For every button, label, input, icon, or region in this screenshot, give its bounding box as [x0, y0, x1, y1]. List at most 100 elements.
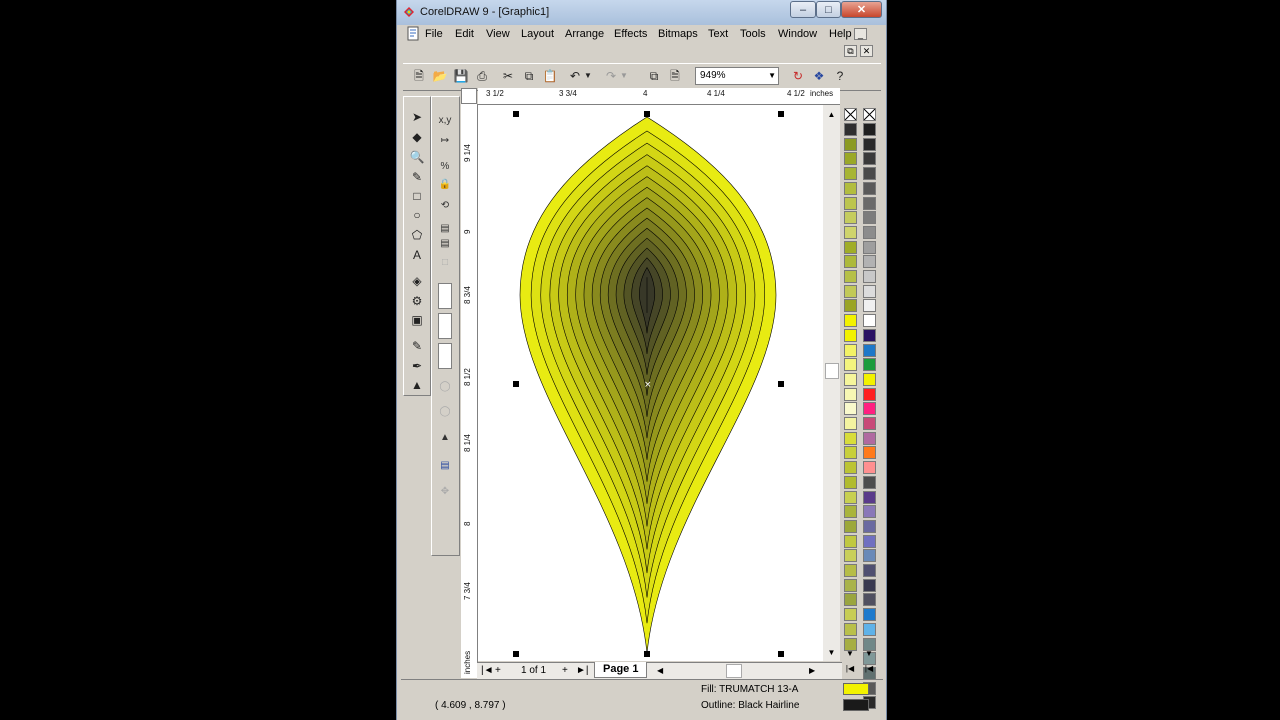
center-marker-icon[interactable]: × [644, 380, 652, 390]
fill-color-icon[interactable]: ▲ [437, 430, 453, 446]
no-color-swatch[interactable] [844, 108, 857, 121]
import-icon[interactable]: ⧉ [646, 68, 662, 84]
outline-tool-icon[interactable]: ✎ [409, 338, 425, 354]
close-button[interactable]: ✕ [841, 1, 882, 18]
color-swatch[interactable] [844, 255, 857, 269]
help-icon[interactable]: ? [832, 68, 848, 84]
chevron-down-icon[interactable]: ▼ [768, 68, 776, 84]
color-swatch[interactable] [844, 123, 857, 136]
horizontal-scroll-thumb[interactable] [726, 664, 742, 678]
color-swatch[interactable] [844, 402, 857, 416]
color-swatch[interactable] [863, 181, 876, 195]
menu-arrange[interactable]: Arrange [565, 28, 604, 40]
scroll-down-arrow[interactable]: ▼ [824, 645, 839, 660]
color-swatch[interactable] [844, 240, 857, 254]
color-swatch[interactable] [844, 490, 857, 504]
menu-edit[interactable]: Edit [455, 28, 474, 40]
color-swatch[interactable] [844, 343, 857, 357]
pen-tool-icon[interactable]: ✒ [409, 358, 425, 374]
color-swatch[interactable] [844, 431, 857, 445]
ruler-origin[interactable] [461, 88, 477, 104]
color-swatch[interactable] [863, 284, 876, 298]
color-swatch[interactable] [844, 196, 857, 210]
color-swatch[interactable] [844, 549, 857, 563]
distort-icon[interactable]: ◯ [437, 404, 453, 420]
first-page-button[interactable]: |◄ [481, 664, 494, 678]
color-swatch[interactable] [863, 578, 876, 592]
color-swatch[interactable] [863, 270, 876, 283]
color-swatch[interactable] [844, 534, 857, 548]
selection-handle-bottom-left[interactable] [513, 651, 519, 657]
mdi-close-button[interactable]: ✕ [860, 45, 873, 57]
fill-tool-icon[interactable]: ▲ [409, 377, 425, 393]
selection-handle-left[interactable] [513, 381, 519, 387]
color-swatch[interactable] [844, 137, 857, 151]
color-swatch[interactable] [844, 299, 857, 313]
menu-help[interactable]: Help [829, 28, 852, 40]
color-swatch[interactable] [863, 343, 876, 357]
fill-color-swatch[interactable] [843, 683, 869, 695]
color-swatch[interactable] [863, 622, 876, 636]
leaf-drawing[interactable]: × [478, 105, 823, 661]
vertical-ruler[interactable]: 9 1/4 9 8 3/4 8 1/2 8 1/4 8 7 3/4 inches [461, 104, 478, 678]
menu-layout[interactable]: Layout [521, 28, 554, 40]
zoom-level-select[interactable]: 949% ▼ [695, 67, 779, 85]
outline-color-swatch[interactable] [843, 699, 869, 711]
menu-window[interactable]: Window [778, 28, 817, 40]
eyedropper-tool-icon[interactable]: ⚙ [409, 293, 425, 309]
new-icon[interactable]: 🗎 [411, 68, 427, 84]
node-icon[interactable]: ◯ [437, 379, 453, 395]
outline-width-box[interactable] [438, 283, 452, 309]
color-swatch[interactable] [844, 417, 857, 430]
color-swatch[interactable] [863, 564, 876, 577]
color-swatch[interactable] [844, 181, 857, 195]
interactive-fill-tool-icon[interactable]: ◈ [409, 273, 425, 289]
selection-handle-bottom-right[interactable] [778, 651, 784, 657]
contour-tool-icon[interactable]: ▣ [409, 312, 425, 328]
color-swatch[interactable] [863, 299, 876, 313]
undo-icon[interactable]: ↶ [567, 68, 583, 84]
palette-expand-1[interactable]: |◀ [843, 662, 857, 676]
palette-scroll-down-2[interactable]: ▼ [862, 647, 876, 661]
color-swatch[interactable] [844, 446, 857, 460]
shape-options-icon[interactable]: □ [437, 255, 453, 271]
palette-expand-2[interactable]: |◀ [862, 662, 876, 676]
color-swatch[interactable] [844, 211, 857, 225]
ellipse-tool-icon[interactable]: ○ [409, 207, 425, 223]
color-swatch[interactable] [863, 372, 876, 386]
color-swatch[interactable] [844, 505, 857, 519]
no-color-swatch[interactable] [863, 108, 876, 121]
outline-color-icon[interactable]: ▤ [437, 458, 453, 474]
zoom-tool-icon[interactable]: 🔍 [409, 149, 425, 165]
palette-scroll-down-1[interactable]: ▼ [843, 647, 857, 661]
color-swatch[interactable] [844, 475, 857, 489]
maximize-button[interactable]: □ [816, 1, 841, 18]
scroll-left-arrow[interactable]: ◀ [657, 664, 663, 678]
color-swatch[interactable] [844, 284, 857, 298]
corel-online-icon[interactable]: ↻ [790, 68, 806, 84]
start-arrow-box[interactable] [438, 313, 452, 339]
color-swatch[interactable] [863, 255, 876, 269]
vertical-scrollbar[interactable]: ▲ ▼ [823, 105, 840, 661]
polygon-tool-icon[interactable]: ⬠ [409, 227, 425, 243]
color-swatch[interactable] [863, 167, 876, 181]
color-swatch[interactable] [863, 505, 876, 519]
color-swatch[interactable] [844, 387, 857, 401]
color-swatch[interactable] [863, 225, 876, 239]
selection-handle-right[interactable] [778, 381, 784, 387]
color-swatch[interactable] [863, 240, 876, 254]
color-swatch[interactable] [844, 328, 857, 342]
menu-text[interactable]: Text [708, 28, 728, 40]
save-icon[interactable]: 💾 [453, 68, 469, 84]
paste-icon[interactable]: 📋 [542, 68, 558, 84]
color-swatch[interactable] [844, 519, 857, 533]
color-swatch[interactable] [844, 564, 857, 577]
size-icon[interactable]: ↦ [437, 133, 453, 149]
color-swatch[interactable] [844, 372, 857, 386]
menu-effects[interactable]: Effects [614, 28, 647, 40]
color-swatch[interactable] [863, 358, 876, 372]
copy-icon[interactable]: ⧉ [521, 68, 537, 84]
horizontal-ruler[interactable]: 3 1/2 3 3/4 4 4 1/4 4 1/2 inches [478, 88, 840, 105]
color-swatch[interactable] [863, 549, 876, 563]
mdi-restore-button[interactable]: ⧉ [844, 45, 857, 57]
